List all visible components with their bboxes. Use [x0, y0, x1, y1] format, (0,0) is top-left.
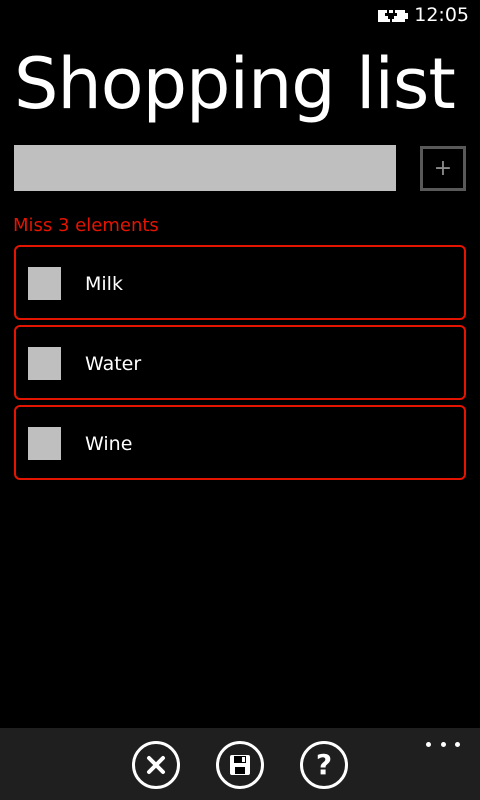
clock: 12:05: [414, 4, 469, 26]
clear-button[interactable]: [132, 741, 180, 789]
list-item[interactable]: Water: [14, 325, 466, 400]
item-label: Wine: [85, 433, 133, 455]
item-checkbox[interactable]: [28, 267, 61, 300]
item-label: Milk: [85, 273, 123, 295]
help-button[interactable]: ?: [300, 741, 348, 789]
save-button[interactable]: [216, 741, 264, 789]
add-item-button[interactable]: +: [420, 146, 466, 191]
help-icon: ?: [315, 748, 333, 781]
close-circle-icon: [147, 756, 165, 774]
list-item[interactable]: Milk: [14, 245, 466, 320]
battery-charging-icon: [378, 10, 408, 22]
item-label: Water: [85, 353, 142, 375]
item-checkbox[interactable]: [28, 427, 61, 460]
new-item-input[interactable]: [14, 145, 396, 191]
ellipsis-icon: [455, 741, 460, 747]
more-options-button[interactable]: [426, 736, 460, 752]
save-icon: [230, 755, 250, 775]
ellipsis-icon: [440, 741, 446, 747]
application-bar: ?: [0, 728, 480, 800]
app-screen: 12:05 Shopping list + Miss 3 elements Mi…: [0, 0, 480, 800]
plus-icon: +: [433, 155, 453, 181]
item-checkbox[interactable]: [28, 347, 61, 380]
page-title: Shopping list: [14, 43, 456, 125]
missing-items-status: Miss 3 elements: [13, 215, 159, 236]
shopping-list: Milk Water Wine: [14, 245, 466, 485]
status-bar: 12:05: [0, 0, 480, 32]
list-item[interactable]: Wine: [14, 405, 466, 480]
ellipsis-icon: [426, 741, 431, 747]
